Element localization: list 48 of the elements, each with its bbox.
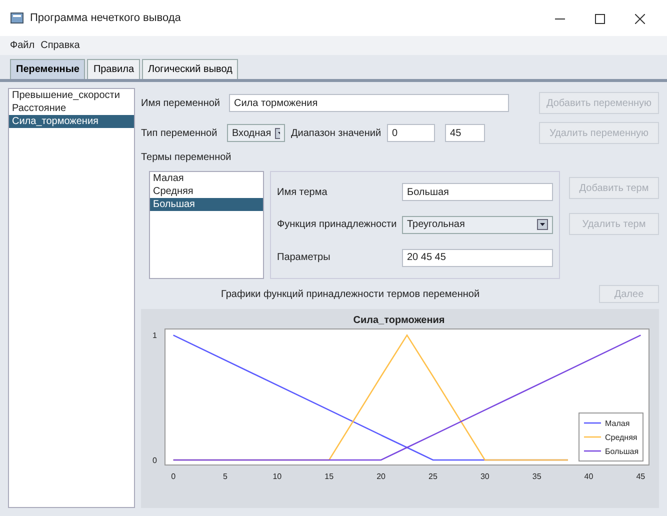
chart-caption: Графики функций принадлежности термов переменной bbox=[221, 288, 480, 302]
variable-type-dropdown[interactable]: Входная bbox=[227, 124, 285, 142]
y-tick-label: 0 bbox=[152, 456, 157, 465]
list-item[interactable]: Малая bbox=[150, 172, 263, 185]
x-tick-label: 0 bbox=[171, 472, 176, 481]
legend-background bbox=[578, 412, 644, 462]
range-to-field[interactable]: 45 bbox=[445, 124, 486, 142]
list-item[interactable]: Большая bbox=[150, 198, 263, 211]
close-icon bbox=[635, 14, 645, 24]
y-tick-label: 1 bbox=[152, 331, 157, 340]
list-item[interactable]: Сила_торможения bbox=[9, 115, 134, 128]
chart-title: Сила_торможения bbox=[353, 315, 445, 326]
field-label: Параметры bbox=[277, 251, 332, 266]
field-label: Имя терма bbox=[277, 186, 328, 200]
x-tick-label: 10 bbox=[272, 472, 282, 481]
menu-item[interactable]: Файл bbox=[10, 38, 35, 53]
list-item[interactable]: Расстояние bbox=[9, 102, 134, 115]
term-name-field[interactable]: Большая bbox=[402, 183, 553, 202]
field-label: Функция принадлежности bbox=[277, 218, 398, 232]
x-tick-label: 25 bbox=[428, 472, 438, 481]
tab[interactable]: Логический вывод bbox=[142, 59, 238, 79]
range-from-field[interactable]: 0 bbox=[387, 124, 436, 142]
legend-label: Большая bbox=[605, 447, 639, 456]
x-tick-label: 30 bbox=[480, 472, 490, 481]
section-label: Термы переменной bbox=[141, 151, 232, 165]
list-item[interactable]: Средняя bbox=[150, 185, 263, 198]
tab[interactable]: Переменные bbox=[10, 59, 86, 79]
x-tick-label: 20 bbox=[376, 472, 386, 481]
menu-item[interactable]: Справка bbox=[40, 38, 80, 53]
maximize-icon bbox=[595, 14, 605, 24]
x-tick-label: 40 bbox=[584, 472, 594, 481]
membership-function-dropdown[interactable]: Треугольная bbox=[402, 216, 553, 234]
field-label: Имя переменной bbox=[141, 96, 221, 110]
app-icon bbox=[10, 11, 24, 25]
x-tick-label: 35 bbox=[532, 472, 542, 481]
tab[interactable]: Правила bbox=[87, 59, 140, 79]
x-tick-label: 5 bbox=[223, 472, 228, 481]
x-tick-label: 15 bbox=[324, 472, 334, 481]
x-tick-label: 45 bbox=[636, 472, 646, 481]
dropdown-arrow-icon bbox=[275, 128, 280, 138]
field-label: Тип переменной bbox=[141, 126, 218, 140]
parameters-field[interactable]: 20 45 45 bbox=[402, 248, 553, 267]
window-title: Программа нечеткого вывода bbox=[30, 10, 182, 26]
variable-name-field[interactable]: Сила торможения bbox=[229, 94, 509, 112]
field-label: Диапазон значений bbox=[291, 126, 382, 140]
legend-label: Средняя bbox=[605, 433, 638, 442]
list-item[interactable]: Превышение_скорости bbox=[9, 89, 134, 102]
legend-label: Малая bbox=[605, 419, 630, 428]
